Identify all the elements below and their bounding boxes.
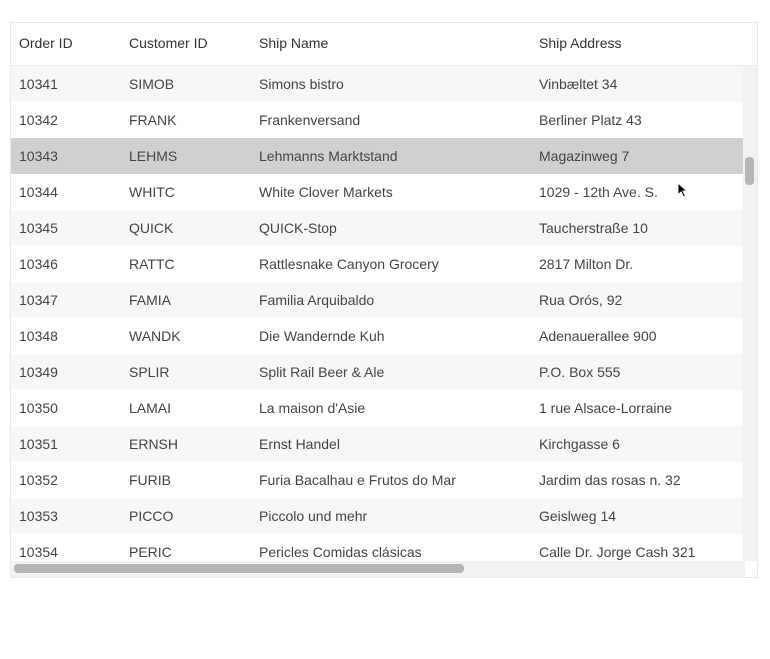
- cell-shipname[interactable]: Pericles Comidas clásicas: [251, 536, 531, 561]
- cell-customerid[interactable]: ERNSH: [121, 428, 251, 460]
- cell-orderid[interactable]: 10347: [11, 284, 121, 316]
- cell-shipname[interactable]: QUICK-Stop: [251, 212, 531, 244]
- cell-customerid[interactable]: WHITC: [121, 176, 251, 208]
- cell-customerid[interactable]: LAMAI: [121, 392, 251, 424]
- cell-shipaddress[interactable]: Calle Dr. Jorge Cash 321: [531, 536, 741, 561]
- table-row[interactable]: 10348WANDKDie Wandernde KuhAdenauerallee…: [11, 318, 757, 354]
- table-row[interactable]: 10346RATTCRattlesnake Canyon Grocery2817…: [11, 246, 757, 282]
- cell-shipaddress[interactable]: 1029 - 12th Ave. S.: [531, 176, 741, 208]
- horizontal-scrollbar-thumb[interactable]: [14, 564, 464, 573]
- cell-orderid[interactable]: 10348: [11, 320, 121, 352]
- cell-shipaddress[interactable]: Kirchgasse 6: [531, 428, 741, 460]
- cell-customerid[interactable]: LEHMS: [121, 140, 251, 172]
- cell-customerid[interactable]: QUICK: [121, 212, 251, 244]
- cell-shipaddress[interactable]: Vinbæltet 34: [531, 68, 741, 100]
- table-row[interactable]: 10345QUICKQUICK-StopTaucherstraße 10: [11, 210, 757, 246]
- cell-shipaddress[interactable]: Jardim das rosas n. 32: [531, 464, 741, 496]
- column-header-shipname[interactable]: Ship Name: [251, 23, 531, 65]
- cell-orderid[interactable]: 10345: [11, 212, 121, 244]
- cell-shipaddress[interactable]: Rua Orós, 92: [531, 284, 741, 316]
- cell-shipname[interactable]: Rattlesnake Canyon Grocery: [251, 248, 531, 280]
- table-row[interactable]: 10349SPLIRSplit Rail Beer & AleP.O. Box …: [11, 354, 757, 390]
- cell-customerid[interactable]: PERIC: [121, 536, 251, 561]
- cell-shipaddress[interactable]: Magazinweg 7: [531, 140, 741, 172]
- cell-customerid[interactable]: FRANK: [121, 104, 251, 136]
- cell-orderid[interactable]: 10341: [11, 68, 121, 100]
- cell-orderid[interactable]: 10353: [11, 500, 121, 532]
- table-row[interactable]: 10351ERNSHErnst HandelKirchgasse 6: [11, 426, 757, 462]
- cell-shipname[interactable]: Furia Bacalhau e Frutos do Mar: [251, 464, 531, 496]
- cell-shipaddress[interactable]: P.O. Box 555: [531, 356, 741, 388]
- cell-orderid[interactable]: 10349: [11, 356, 121, 388]
- cell-shipname[interactable]: Die Wandernde Kuh: [251, 320, 531, 352]
- cell-shipaddress[interactable]: Geislweg 14: [531, 500, 741, 532]
- cell-customerid[interactable]: RATTC: [121, 248, 251, 280]
- column-header-orderid[interactable]: Order ID: [11, 23, 121, 65]
- table-row[interactable]: 10344WHITCWhite Clover Markets1029 - 12t…: [11, 174, 757, 210]
- cell-customerid[interactable]: SIMOB: [121, 68, 251, 100]
- cell-shipname[interactable]: Familia Arquibaldo: [251, 284, 531, 316]
- grid-body[interactable]: 10341SIMOBSimons bistroVinbæltet 3410342…: [11, 66, 757, 561]
- table-row[interactable]: 10341SIMOBSimons bistroVinbæltet 34: [11, 66, 757, 102]
- cell-shipname[interactable]: La maison d'Asie: [251, 392, 531, 424]
- vertical-scrollbar-track[interactable]: [743, 67, 757, 561]
- cell-orderid[interactable]: 10346: [11, 248, 121, 280]
- cell-shipname[interactable]: Split Rail Beer & Ale: [251, 356, 531, 388]
- cell-shipname[interactable]: White Clover Markets: [251, 176, 531, 208]
- cell-orderid[interactable]: 10350: [11, 392, 121, 424]
- cell-shipaddress[interactable]: Berliner Platz 43: [531, 104, 741, 136]
- cell-shipname[interactable]: Simons bistro: [251, 68, 531, 100]
- table-row[interactable]: 10353PICCOPiccolo und mehrGeislweg 14: [11, 498, 757, 534]
- cell-customerid[interactable]: WANDK: [121, 320, 251, 352]
- table-row[interactable]: 10342FRANKFrankenversandBerliner Platz 4…: [11, 102, 757, 138]
- vertical-scrollbar-thumb[interactable]: [745, 157, 754, 185]
- cell-orderid[interactable]: 10343: [11, 140, 121, 172]
- grid-header-row: Order ID Customer ID Ship Name Ship Addr…: [11, 23, 757, 66]
- cell-orderid[interactable]: 10344: [11, 176, 121, 208]
- table-row[interactable]: 10354PERICPericles Comidas clásicasCalle…: [11, 534, 757, 561]
- cell-shipaddress[interactable]: 2817 Milton Dr.: [531, 248, 741, 280]
- cell-customerid[interactable]: FAMIA: [121, 284, 251, 316]
- cell-orderid[interactable]: 10354: [11, 536, 121, 561]
- data-grid[interactable]: Order ID Customer ID Ship Name Ship Addr…: [10, 22, 758, 578]
- cell-shipname[interactable]: Piccolo und mehr: [251, 500, 531, 532]
- table-row[interactable]: 10352FURIBFuria Bacalhau e Frutos do Mar…: [11, 462, 757, 498]
- cell-shipname[interactable]: Ernst Handel: [251, 428, 531, 460]
- cell-shipname[interactable]: Frankenversand: [251, 104, 531, 136]
- cell-shipaddress[interactable]: 1 rue Alsace-Lorraine: [531, 392, 741, 424]
- table-row[interactable]: 10347FAMIAFamilia ArquibaldoRua Orós, 92: [11, 282, 757, 318]
- cell-orderid[interactable]: 10342: [11, 104, 121, 136]
- cell-customerid[interactable]: PICCO: [121, 500, 251, 532]
- cell-shipaddress[interactable]: Adenauerallee 900: [531, 320, 741, 352]
- cell-customerid[interactable]: FURIB: [121, 464, 251, 496]
- column-header-customerid[interactable]: Customer ID: [121, 23, 251, 65]
- table-row[interactable]: 10350LAMAILa maison d'Asie1 rue Alsace-L…: [11, 390, 757, 426]
- cell-shipname[interactable]: Lehmanns Marktstand: [251, 140, 531, 172]
- cell-orderid[interactable]: 10352: [11, 464, 121, 496]
- cell-customerid[interactable]: SPLIR: [121, 356, 251, 388]
- horizontal-scrollbar-track[interactable]: [11, 561, 745, 577]
- cell-orderid[interactable]: 10351: [11, 428, 121, 460]
- cell-shipaddress[interactable]: Taucherstraße 10: [531, 212, 741, 244]
- table-row[interactable]: 10343LEHMSLehmanns MarktstandMagazinweg …: [11, 138, 757, 174]
- column-header-shipaddress[interactable]: Ship Address: [531, 23, 741, 65]
